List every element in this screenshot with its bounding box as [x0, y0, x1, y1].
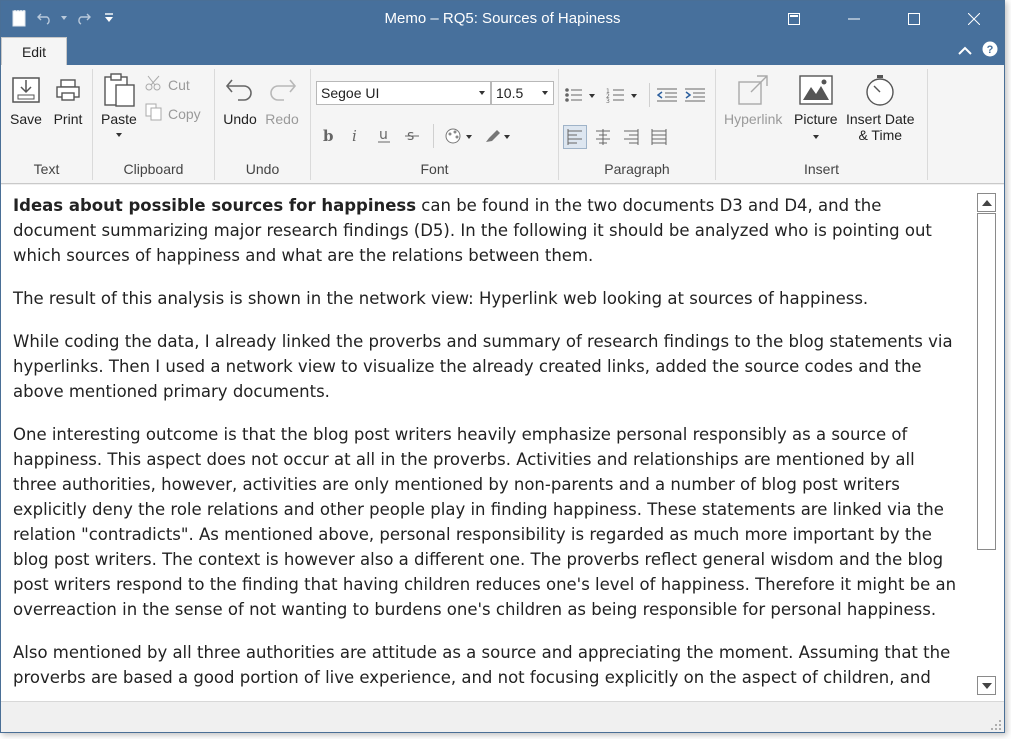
insert-date-time-button[interactable]: Insert Date & Time [846, 73, 914, 143]
bold-button[interactable]: b [316, 124, 340, 148]
insert-group-label: Insert [803, 161, 839, 177]
restore-layout-icon[interactable] [764, 1, 824, 37]
redo-label: Redo [265, 111, 299, 127]
tab-edit[interactable]: Edit [1, 37, 67, 65]
insert-group: Hyperlink Picture Insert Date & Time Ins… [716, 69, 928, 180]
close-icon[interactable] [944, 1, 1004, 37]
cut-button[interactable]: Cut [145, 75, 190, 94]
increase-indent-button[interactable] [683, 83, 707, 107]
svg-text:3: 3 [606, 98, 610, 103]
print-button[interactable]: Print [51, 73, 85, 127]
paragraph-group: 123 Paragraph [559, 69, 716, 180]
svg-text:b: b [323, 128, 334, 144]
bullet-list-button[interactable] [563, 83, 601, 107]
decrease-indent-button[interactable] [655, 83, 679, 107]
hyperlink-button[interactable]: Hyperlink [724, 73, 782, 127]
insert-date-label: Insert Date [846, 111, 915, 127]
align-center-button[interactable] [591, 125, 615, 149]
window-controls [764, 1, 1004, 37]
undo-label: Undo [223, 111, 257, 127]
clipboard-group-label: Clipboard [123, 161, 184, 177]
paragraph: While coding the data, I already linked … [13, 332, 953, 401]
font-name-value: Segoe UI [321, 85, 380, 101]
align-left-button[interactable] [563, 125, 587, 149]
help-icon[interactable]: ? [982, 41, 998, 62]
font-color-button[interactable] [441, 124, 475, 148]
hyperlink-label: Hyperlink [724, 111, 783, 127]
clipboard-group: Paste Cut Copy Clipboard [93, 69, 215, 180]
text-group-label: Text [33, 161, 60, 177]
picture-button[interactable]: Picture [794, 73, 838, 139]
paragraph: One interesting outcome is that the blog… [13, 425, 957, 619]
undo-group: Undo Redo Undo [215, 69, 311, 180]
undo-large-icon [223, 73, 257, 107]
scroll-down-icon[interactable] [977, 676, 996, 695]
hyperlink-icon [736, 73, 770, 107]
redo-button[interactable]: Redo [265, 73, 299, 127]
scroll-thumb[interactable] [977, 213, 996, 550]
ribbon: Save Print Text Paste Cut Copy Clipboard… [1, 65, 1004, 184]
numbered-list-button[interactable]: 123 [605, 83, 643, 107]
minimize-icon[interactable] [824, 1, 884, 37]
strikethrough-button[interactable]: s [400, 124, 424, 148]
picture-dropdown-icon[interactable] [812, 135, 819, 139]
save-button[interactable]: Save [9, 73, 43, 127]
svg-text:?: ? [987, 44, 994, 56]
document-text[interactable]: Ideas about possible sources for happine… [13, 193, 963, 701]
resize-grip-icon[interactable] [990, 718, 1002, 730]
paragraph: Also mentioned by all three authorities … [13, 643, 951, 687]
paste-dropdown-icon[interactable] [115, 133, 122, 137]
highlight-button[interactable] [481, 124, 515, 148]
copy-label: Copy [168, 105, 201, 122]
undo-group-label: Undo [245, 161, 280, 177]
print-label: Print [53, 111, 83, 127]
title-bar: Memo – RQ5: Sources of Hapiness [1, 1, 1004, 37]
printer-icon [51, 73, 85, 107]
undo-button[interactable]: Undo [223, 73, 257, 127]
paste-button[interactable]: Paste [101, 73, 137, 137]
bold-text: Ideas about possible sources for happine… [13, 196, 417, 215]
scissors-icon [145, 75, 163, 94]
picture-label: Picture [794, 111, 838, 127]
font-name-arrow-icon [479, 91, 485, 95]
memo-editor[interactable]: Ideas about possible sources for happine… [1, 185, 1004, 701]
save-icon [9, 73, 43, 107]
stopwatch-icon [863, 73, 897, 107]
font-size-select[interactable]: 10.5 [491, 81, 554, 105]
status-bar [1, 701, 1004, 732]
align-right-button[interactable] [619, 125, 643, 149]
paste-icon [102, 73, 136, 107]
italic-button[interactable]: i [344, 124, 368, 148]
svg-text:i: i [352, 128, 357, 144]
save-label: Save [10, 111, 42, 127]
tabrow-right: ? [958, 41, 998, 62]
redo-large-icon [265, 73, 299, 107]
paragraph: Ideas about possible sources for happine… [13, 193, 963, 268]
copy-button[interactable]: Copy [145, 103, 201, 124]
font-separator [433, 124, 434, 148]
cut-label: Cut [168, 76, 190, 93]
vertical-scrollbar[interactable] [977, 193, 996, 695]
maximize-icon[interactable] [884, 1, 944, 37]
paragraph: The result of this analysis is shown in … [13, 289, 869, 308]
scroll-up-icon[interactable] [977, 193, 996, 212]
ribbon-tab-row: Edit ? [1, 37, 1004, 65]
copy-icon [145, 103, 163, 124]
underline-button[interactable]: u [372, 124, 396, 148]
font-name-select[interactable]: Segoe UI [316, 81, 491, 105]
paragraph-group-label: Paragraph [604, 161, 670, 177]
font-group-label: Font [420, 161, 449, 177]
memo-window: Memo – RQ5: Sources of Hapiness Edit ? S… [0, 0, 1005, 733]
font-group: Segoe UI 10.5 b i u s Font [311, 69, 559, 180]
collapse-ribbon-icon[interactable] [958, 43, 972, 61]
paste-label: Paste [101, 111, 137, 127]
paragraph-separator [649, 83, 650, 107]
justify-button[interactable] [647, 125, 671, 149]
insert-time-label: & Time [858, 127, 903, 143]
font-size-value: 10.5 [496, 85, 524, 101]
font-size-arrow-icon [542, 91, 548, 95]
text-group: Save Print Text [1, 69, 93, 180]
picture-icon [799, 73, 833, 107]
svg-text:u: u [379, 128, 388, 143]
